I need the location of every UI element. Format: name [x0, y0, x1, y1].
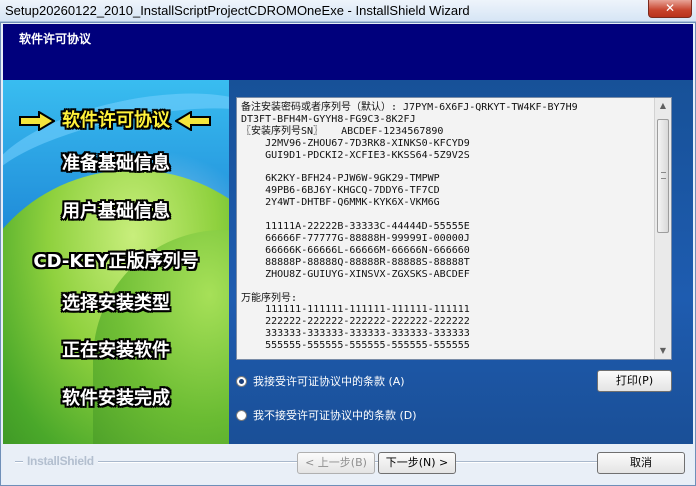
step-install-type: 选择安装类型 — [62, 293, 170, 314]
accept-label: 我接受许可证协议中的条款 (A) — [253, 375, 405, 388]
license-text: 备注安装密码或者序列号（默认）: J7PYM-6X6FJ-QRKYT-TW4KF… — [237, 98, 655, 359]
step-user-info: 用户基础信息 — [62, 201, 170, 222]
scroll-up-icon[interactable]: ▲ — [655, 98, 671, 114]
license-line — [241, 209, 651, 221]
license-line: J2MV96-ZHOU67-7D3RK8-XINKS0-KFCYD9 — [241, 137, 470, 149]
print-button[interactable]: 打印(P) — [597, 370, 672, 392]
license-line: 88888P-88888Q-88888R-88888S-88888T — [241, 256, 470, 268]
window-title: Setup20260122_2010_InstallScriptProjectC… — [5, 3, 470, 18]
license-textbox[interactable]: 备注安装密码或者序列号（默认）: J7PYM-6X6FJ-QRKYT-TW4KF… — [236, 97, 672, 360]
step-complete: 软件安装完成 — [62, 388, 170, 409]
license-line: GUI9D1-PDCKI2-XCFIE3-KKSS64-5Z9V2S — [241, 149, 470, 161]
cancel-button[interactable]: 取消 — [597, 452, 685, 474]
accept-option[interactable]: 我接受许可证协议中的条款 (A) — [236, 373, 405, 391]
license-scrollbar[interactable]: ▲ ▼ — [654, 98, 671, 359]
grip-icon — [661, 172, 666, 179]
scroll-thumb[interactable] — [657, 119, 669, 233]
license-line: 333333-333333-333333-333333-333333 — [241, 328, 470, 340]
back-button[interactable]: < 上一步(B) — [297, 452, 375, 474]
license-line: 11111A-22222B-33333C-44444D-55555E — [241, 221, 470, 233]
step-cd-key: CD-KEY正版序列号 — [33, 251, 199, 272]
next-button[interactable]: 下一步(N) > — [378, 452, 456, 474]
license-line: 66666K-66666L-66666M-66666N-666660 — [241, 244, 470, 256]
license-line: DT3FT-BFH4M-GYYH8-FG9C3-8K2FJ — [241, 113, 416, 125]
license-line: 66666F-77777G-88888H-99999I-00000J — [241, 232, 470, 244]
license-line: 备注安装密码或者序列号（默认）: J7PYM-6X6FJ-QRKYT-TW4KF… — [241, 102, 578, 113]
license-line: 555555-555555-555555-555555-555555 — [241, 340, 470, 352]
accept-radio[interactable] — [236, 375, 247, 387]
decline-option[interactable]: 我不接受许可证协议中的条款 (D) — [236, 407, 417, 425]
decline-label: 我不接受许可证协议中的条款 (D) — [253, 409, 417, 422]
title-bar: Setup20260122_2010_InstallScriptProjectC… — [0, 0, 696, 22]
license-line: 111111-111111-111111-111111-111111 — [241, 304, 470, 316]
header-banner: 软件许可协议 — [3, 24, 693, 80]
sidebar: 软件许可协议 准备基础信息 用户基础信息 CD-KEY正版序列号 选择安装类型 … — [3, 80, 229, 444]
license-line: 万能序列号: — [241, 292, 298, 304]
step-installing: 正在安装软件 — [62, 340, 170, 361]
step-prepare-info: 准备基础信息 — [62, 153, 170, 174]
license-line: 〖安装序列号SN〗 ABCDEF-1234567890 — [241, 125, 444, 137]
installshield-logo: InstallShield — [23, 454, 98, 468]
license-line: ZHOU8Z-GUIUYG-XINSVX-ZGXSKS-ABCDEF — [241, 268, 470, 280]
license-line: 6K2KY-BFH24-PJW6W-9GK29-TMPWP — [241, 173, 440, 185]
page-title: 软件许可协议 — [19, 32, 92, 46]
scroll-down-icon[interactable]: ▼ — [655, 343, 671, 359]
license-line: 2Y4WT-DHTBF-Q6MMK-KYK6X-VKM6G — [241, 197, 440, 209]
license-line: 49PB6-6BJ6Y-KHGCQ-7DDY6-TF7CD — [241, 185, 440, 197]
decline-radio[interactable] — [236, 409, 247, 421]
license-line — [241, 162, 651, 174]
close-icon[interactable]: ✕ — [648, 0, 692, 18]
license-line — [241, 281, 651, 293]
license-line: 222222-222222-222222-222222-222222 — [241, 316, 470, 328]
step-list: 软件许可协议 准备基础信息 用户基础信息 CD-KEY正版序列号 选择安装类型 … — [3, 80, 229, 444]
step-license-agreement: 软件许可协议 — [62, 110, 170, 131]
